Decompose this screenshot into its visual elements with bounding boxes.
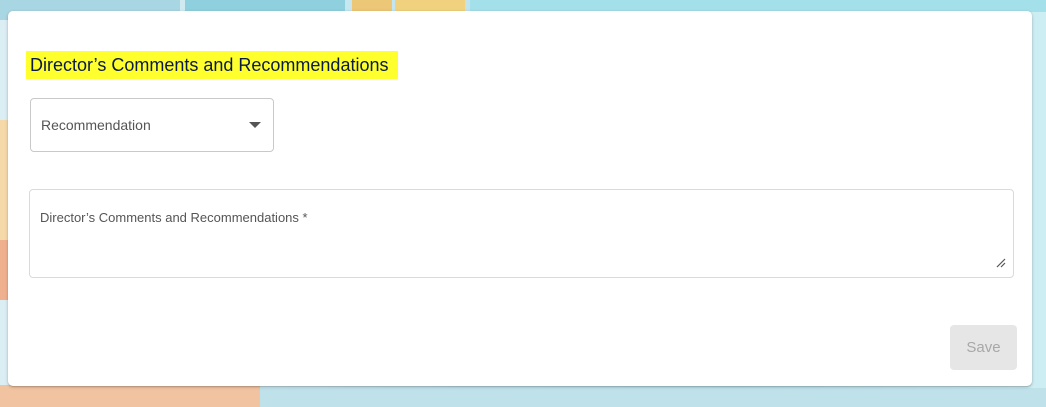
background-decoration bbox=[0, 385, 260, 407]
resize-handle-icon[interactable] bbox=[994, 256, 1006, 268]
caret-down-icon bbox=[249, 122, 261, 128]
recommendation-select[interactable]: Recommendation bbox=[30, 98, 274, 152]
save-button[interactable]: Save bbox=[950, 325, 1017, 370]
comments-textarea-label: Director’s Comments and Recommendations … bbox=[40, 210, 308, 225]
section-title: Director’s Comments and Recommendations bbox=[26, 51, 399, 79]
recommendation-select-label: Recommendation bbox=[41, 117, 151, 133]
director-comments-card: Director’s Comments and Recommendations … bbox=[8, 11, 1032, 386]
comments-textarea[interactable]: Director’s Comments and Recommendations … bbox=[29, 189, 1014, 278]
background-decoration bbox=[260, 388, 1046, 407]
